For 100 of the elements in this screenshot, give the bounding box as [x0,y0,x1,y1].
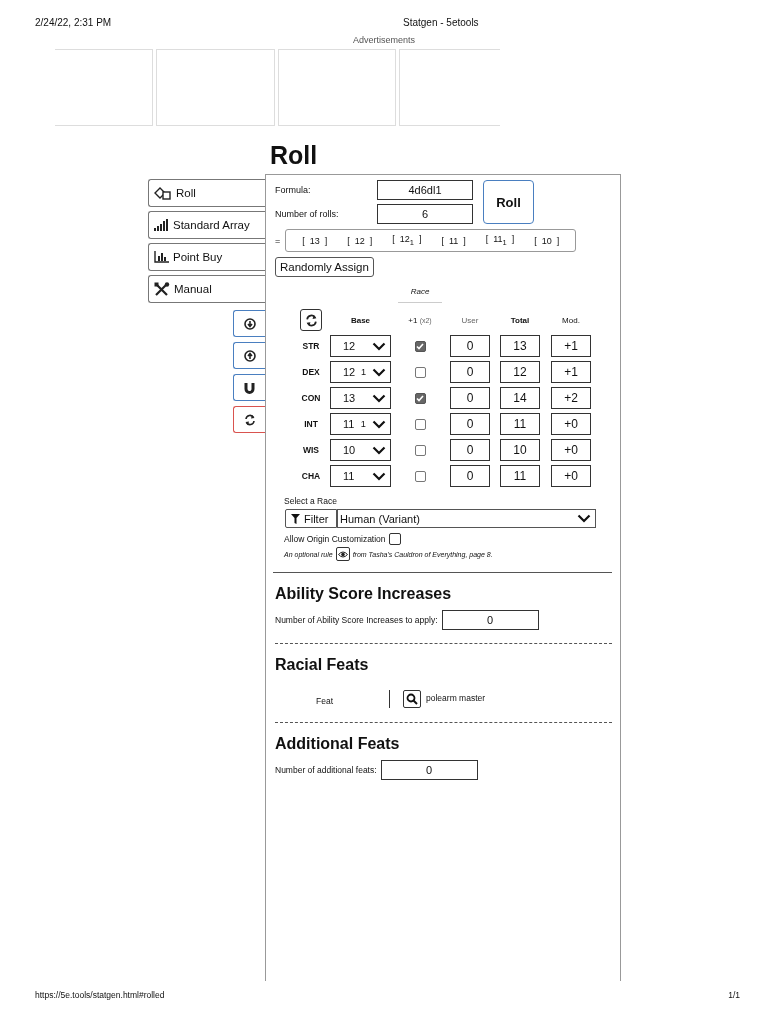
field-label: Number of rolls: [275,209,340,219]
column-header: User [460,315,480,325]
total-field: 11 [500,413,540,435]
refresh-icon [304,313,318,327]
race-select[interactable]: Human (Variant) [337,509,596,528]
race-checkbox[interactable] [414,340,426,352]
ability-label: CON [300,393,322,403]
eye-icon [337,550,348,558]
download-button[interactable] [233,310,265,337]
total-field: 11 [500,465,540,487]
checkbox-label: Allow Origin Customization [284,534,386,544]
total-field: 12 [500,361,540,383]
feat-name: polearm master [426,692,486,703]
feat-label: Feat [316,695,334,706]
ability-label: INT [303,419,319,429]
download-icon [243,317,256,330]
roll-result: [ 10 ] [534,235,560,246]
chevron-down-icon [372,445,386,455]
bars-icon [154,219,169,231]
page-title: Statgen - 5etools [403,17,479,30]
total-field: 14 [500,387,540,409]
ability-label: WIS [301,445,321,455]
print-date: 2/24/22, 2:31 PM [35,17,113,30]
field-label: Number of Ability Score Increases to apply: [275,615,438,625]
mod-field: +1 [551,335,591,357]
race-checkbox[interactable] [414,418,426,430]
roll-result: [ 12$_{1}$ ] [392,234,422,247]
magnet-button[interactable] [233,374,265,401]
chevron-down-icon [372,419,386,429]
search-icon [406,693,418,705]
ability-label: STR [301,341,321,351]
chevron-down-icon [577,514,591,523]
field-label: Formula: [275,185,312,195]
column-header: Total [509,315,531,325]
base-select[interactable]: 12 [330,335,391,357]
asi-count-field[interactable]: 0 [441,610,539,630]
section-heading: Additional Feats [275,735,401,753]
ability-label: CHA [300,471,322,481]
user-field[interactable]: 0 [450,335,490,357]
user-field[interactable]: 0 [450,387,490,409]
mod-field: +1 [551,361,591,383]
upload-button[interactable] [233,342,265,369]
base-select[interactable]: 11 [330,465,391,487]
mod-field: +0 [551,413,591,435]
tools-icon [154,281,170,297]
view-button[interactable] [335,547,350,561]
magnet-icon [244,381,255,394]
race-checkbox[interactable] [414,392,426,404]
field-label: Select a Race [284,496,337,506]
mod-field: +0 [551,439,591,461]
formula-field[interactable]: 4d6dl1 [377,180,473,200]
column-header: Mod. [561,315,581,325]
mode-button[interactable]: Manual [148,275,265,303]
mod-field: +2 [551,387,591,409]
total-field: 13 [500,335,540,357]
race-checkbox[interactable] [414,366,426,378]
filter-button[interactable]: Filter [285,509,337,528]
chevron-down-icon [372,341,386,351]
user-field[interactable]: 0 [450,439,490,461]
section-heading: Racial Feats [275,656,370,674]
race-checkbox[interactable] [414,444,426,456]
mod-field: +0 [551,465,591,487]
base-select[interactable]: 10 [330,439,391,461]
randomly-assign-button[interactable]: Randomly Assign [275,257,374,277]
mode-button[interactable]: Standard Array [148,211,265,239]
user-field[interactable]: 0 [450,361,490,383]
rolls-field[interactable]: 6 [377,204,473,224]
feats-count-field[interactable]: 0 [380,760,478,780]
mode-button[interactable]: Roll [148,179,265,207]
origin-checkbox[interactable] [388,533,401,545]
mode-button[interactable]: Point Buy [148,243,265,271]
group-header: Race [398,287,442,303]
base-select[interactable]: 13 [330,387,391,409]
reset-button[interactable] [300,309,322,331]
user-field[interactable]: 0 [450,465,490,487]
dice-icon [154,186,172,200]
race-checkbox[interactable] [414,470,426,482]
bar-chart-icon [154,251,169,263]
user-field[interactable]: 0 [450,413,490,435]
roll-result: [ 13 ] [302,235,328,246]
equals-sign: = [275,235,281,246]
upload-icon [243,349,256,362]
roll-button[interactable]: Roll [483,180,534,224]
search-button[interactable] [403,690,421,708]
page-number: 1/1 [728,990,740,1000]
refresh-icon [243,413,256,426]
page-heading: Roll [270,142,319,169]
section-heading: Ability Score Increases [275,585,453,603]
total-field: 10 [500,439,540,461]
chevron-down-icon [372,367,386,377]
reset-button[interactable] [233,406,265,433]
roll-result: [ 11$_{1}$ ] [485,234,515,247]
field-label: Number of additional feats: [275,765,377,775]
roll-result: [ 11 ] [441,235,466,246]
column-header: Base [349,315,372,325]
ads-label: Advertisements [353,35,415,45]
filter-icon [291,513,300,524]
chevron-down-icon [372,471,386,481]
roll-result: [ 12 ] [347,235,373,246]
chevron-down-icon [372,393,386,403]
